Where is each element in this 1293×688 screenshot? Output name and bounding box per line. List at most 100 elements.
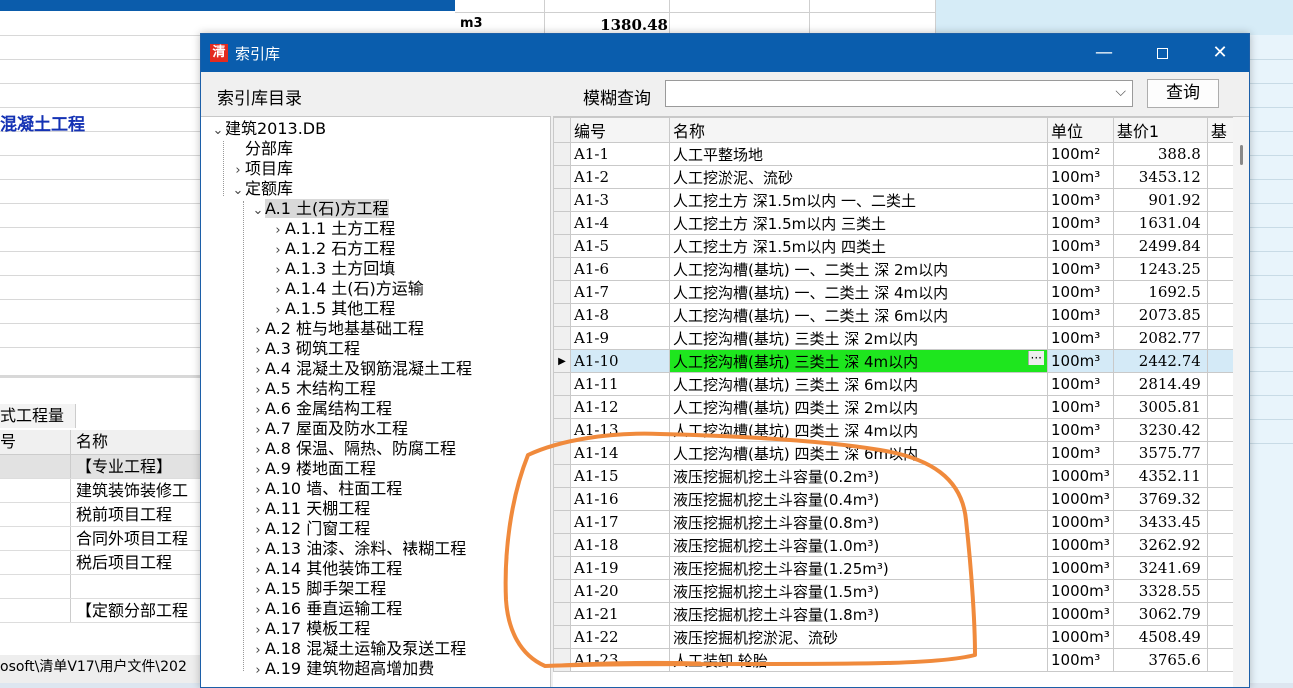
chevron-right-icon[interactable]: › bbox=[251, 521, 265, 541]
row-header[interactable] bbox=[553, 625, 571, 649]
cell-code[interactable]: A1-21 bbox=[570, 602, 670, 626]
cell-unit[interactable]: 100m³ bbox=[1047, 165, 1114, 189]
cell-code[interactable]: A1-10 bbox=[570, 349, 670, 373]
tree-node[interactable]: › A.9 楼地面工程 bbox=[251, 459, 376, 479]
row-header[interactable] bbox=[553, 211, 571, 235]
chevron-right-icon[interactable]: › bbox=[251, 341, 265, 361]
cell-name[interactable]: 人工挖土方 深1.5m以内 三类土 bbox=[669, 211, 1048, 235]
cell-name[interactable]: 人工挖土方 深1.5m以内 一、二类土 bbox=[669, 188, 1048, 212]
cell-unit[interactable]: 100m³ bbox=[1047, 303, 1114, 327]
cell-name[interactable]: 液压挖掘机挖土斗容量(1.25m³) bbox=[669, 556, 1048, 580]
cell-code[interactable]: A1-1 bbox=[570, 142, 670, 166]
current-row-indicator-icon[interactable]: ▶ bbox=[553, 349, 571, 373]
chevron-right-icon[interactable]: › bbox=[271, 221, 285, 241]
minimize-button[interactable]: — bbox=[1075, 34, 1133, 72]
table-row[interactable]: 【定额分部工程 bbox=[0, 599, 200, 623]
tree-node[interactable]: › A.16 垂直运输工程 bbox=[251, 599, 402, 619]
column-header-price[interactable]: 基价1 bbox=[1112, 117, 1208, 143]
cell-price[interactable]: 2082.77 bbox=[1112, 326, 1208, 350]
chevron-right-icon[interactable]: › bbox=[251, 321, 265, 341]
cell-name[interactable]: 人工挖沟槽(基坑) 一、二类土 深 6m以内 bbox=[669, 303, 1048, 327]
row-header[interactable] bbox=[553, 556, 571, 580]
cell-unit[interactable]: 100m³ bbox=[1047, 188, 1114, 212]
table-row[interactable]: A1-18 液压挖掘机挖土斗容量(1.0m³) 1000m³ 3262.92 bbox=[553, 533, 1238, 557]
chevron-right-icon[interactable]: › bbox=[231, 161, 245, 181]
cell-price[interactable]: 3769.32 bbox=[1112, 487, 1208, 511]
cell-unit[interactable]: 1000m³ bbox=[1047, 556, 1114, 580]
cell-price[interactable]: 3230.42 bbox=[1112, 418, 1208, 442]
cell-unit[interactable]: 100m³ bbox=[1047, 441, 1114, 465]
cell-code[interactable]: A1-12 bbox=[570, 395, 670, 419]
tree-node[interactable]: › A.2 桩与地基基础工程 bbox=[251, 319, 424, 339]
cell-name[interactable]: 人工挖沟槽(基坑) 四类土 深 2m以内 bbox=[669, 395, 1048, 419]
cell-code[interactable]: A1-14 bbox=[570, 441, 670, 465]
row-header[interactable] bbox=[553, 533, 571, 557]
table-row[interactable]: A1-2 人工挖淤泥、流砂 100m³ 3453.12 bbox=[553, 165, 1238, 189]
cell-unit[interactable]: 1000m³ bbox=[1047, 533, 1114, 557]
row-header[interactable] bbox=[553, 142, 571, 166]
chevron-down-icon[interactable]: ⌄ bbox=[211, 121, 225, 141]
table-row[interactable]: A1-12 人工挖沟槽(基坑) 四类土 深 2m以内 100m³ 3005.81 bbox=[553, 395, 1238, 419]
column-header-unit[interactable]: 单位 bbox=[1047, 117, 1114, 143]
table-row[interactable]: 建筑装饰装修工 bbox=[0, 479, 200, 503]
row-header[interactable] bbox=[553, 602, 571, 626]
tree-node[interactable]: › A.7 屋面及防水工程 bbox=[251, 419, 408, 439]
row-header[interactable] bbox=[553, 280, 571, 304]
cell-unit[interactable]: 100m³ bbox=[1047, 395, 1114, 419]
search-input[interactable] bbox=[666, 81, 1104, 105]
table-row[interactable]: 税后项目工程 bbox=[0, 551, 200, 575]
row-header[interactable] bbox=[553, 257, 571, 281]
table-row[interactable]: A1-14 人工挖沟槽(基坑) 四类土 深 6m以内 100m³ 3575.77 bbox=[553, 441, 1238, 465]
table-row[interactable]: A1-8 人工挖沟槽(基坑) 一、二类土 深 6m以内 100m³ 2073.85 bbox=[553, 303, 1238, 327]
cell-name[interactable]: 液压挖掘机挖土斗容量(0.4m³) bbox=[669, 487, 1048, 511]
cell-code[interactable]: A1-18 bbox=[570, 533, 670, 557]
cell-name[interactable]: 人工挖土方 深1.5m以内 四类土 bbox=[669, 234, 1048, 258]
tree-node[interactable]: › A.12 门窗工程 bbox=[251, 519, 370, 539]
chevron-down-icon[interactable]: ⌄ bbox=[251, 201, 265, 221]
cell-code[interactable]: A1-20 bbox=[570, 579, 670, 603]
maximize-button[interactable] bbox=[1133, 34, 1191, 72]
cell-unit[interactable]: 1000m³ bbox=[1047, 464, 1114, 488]
cell-unit[interactable]: 100m³ bbox=[1047, 257, 1114, 281]
table-row[interactable]: A1-13 人工挖沟槽(基坑) 四类土 深 4m以内 100m³ 3230.42 bbox=[553, 418, 1238, 442]
cell-unit[interactable]: 100m³ bbox=[1047, 648, 1114, 672]
table-row[interactable]: A1-22 液压挖掘机挖淤泥、流砂 1000m³ 4508.49 bbox=[553, 625, 1238, 649]
tree-node[interactable]: › A.1.4 土(石)方运输 bbox=[271, 279, 423, 299]
table-row[interactable]: A1-20 液压挖掘机挖土斗容量(1.5m³) 1000m³ 3328.55 bbox=[553, 579, 1238, 603]
dialog-title-bar[interactable]: 清 索引库 — ✕ bbox=[201, 34, 1249, 72]
table-row[interactable]: A1-16 液压挖掘机挖土斗容量(0.4m³) 1000m³ 3769.32 bbox=[553, 487, 1238, 511]
tree-node[interactable]: ⌄定额库 bbox=[231, 179, 293, 199]
table-row[interactable]: 【专业工程】 bbox=[0, 455, 200, 479]
table-row[interactable]: A1-19 液压挖掘机挖土斗容量(1.25m³) 1000m³ 3241.69 bbox=[553, 556, 1238, 580]
tree-node[interactable]: › A.1.3 土方回填 bbox=[271, 259, 395, 279]
row-header[interactable] bbox=[553, 234, 571, 258]
cell-unit[interactable]: 1000m³ bbox=[1047, 625, 1114, 649]
cell-price[interactable]: 901.92 bbox=[1112, 188, 1208, 212]
fuzzy-search-combobox[interactable]: ⌵ bbox=[665, 80, 1133, 107]
tree-node[interactable]: › A.18 混凝土运输及泵送工程 bbox=[251, 639, 466, 659]
table-row[interactable]: A1-3 人工挖土方 深1.5m以内 一、二类土 100m³ 901.92 bbox=[553, 188, 1238, 212]
table-row[interactable]: 税前项目工程 bbox=[0, 503, 200, 527]
cell-code[interactable]: A1-23 bbox=[570, 648, 670, 672]
cell-unit[interactable]: 1000m³ bbox=[1047, 487, 1114, 511]
cell-name[interactable]: 人工挖沟槽(基坑) 一、二类土 深 2m以内 bbox=[669, 257, 1048, 281]
cell-name[interactable]: 人工装卸 轮胎 bbox=[669, 648, 1048, 672]
ellipsis-button[interactable]: ··· bbox=[1027, 350, 1044, 365]
chevron-right-icon[interactable]: › bbox=[251, 461, 265, 481]
table-row[interactable]: A1-5 人工挖土方 深1.5m以内 四类土 100m³ 2499.84 bbox=[553, 234, 1238, 258]
background-tab-quantities[interactable]: 式工程量 bbox=[0, 404, 76, 428]
row-header[interactable] bbox=[553, 303, 571, 327]
table-row[interactable]: A1-21 液压挖掘机挖土斗容量(1.8m³) 1000m³ 3062.79 bbox=[553, 602, 1238, 626]
tree-node[interactable]: › A.13 油漆、涂料、裱糊工程 bbox=[251, 539, 466, 559]
chevron-down-icon[interactable]: ⌵ bbox=[1115, 84, 1126, 100]
cell-code[interactable]: A1-8 bbox=[570, 303, 670, 327]
chevron-right-icon[interactable]: › bbox=[251, 661, 265, 681]
cell-name[interactable]: 液压挖掘机挖土斗容量(0.2m³) bbox=[669, 464, 1048, 488]
chevron-right-icon[interactable]: › bbox=[251, 381, 265, 401]
table-row[interactable]: A1-23 人工装卸 轮胎 100m³ 3765.6 bbox=[553, 648, 1238, 672]
close-button[interactable]: ✕ bbox=[1191, 34, 1249, 72]
row-header[interactable] bbox=[553, 510, 571, 534]
cell-price[interactable]: 388.8 bbox=[1112, 142, 1208, 166]
cell-unit[interactable]: 100m³ bbox=[1047, 418, 1114, 442]
tree-node[interactable]: ⌄A.1 土(石)方工程 bbox=[251, 199, 389, 219]
